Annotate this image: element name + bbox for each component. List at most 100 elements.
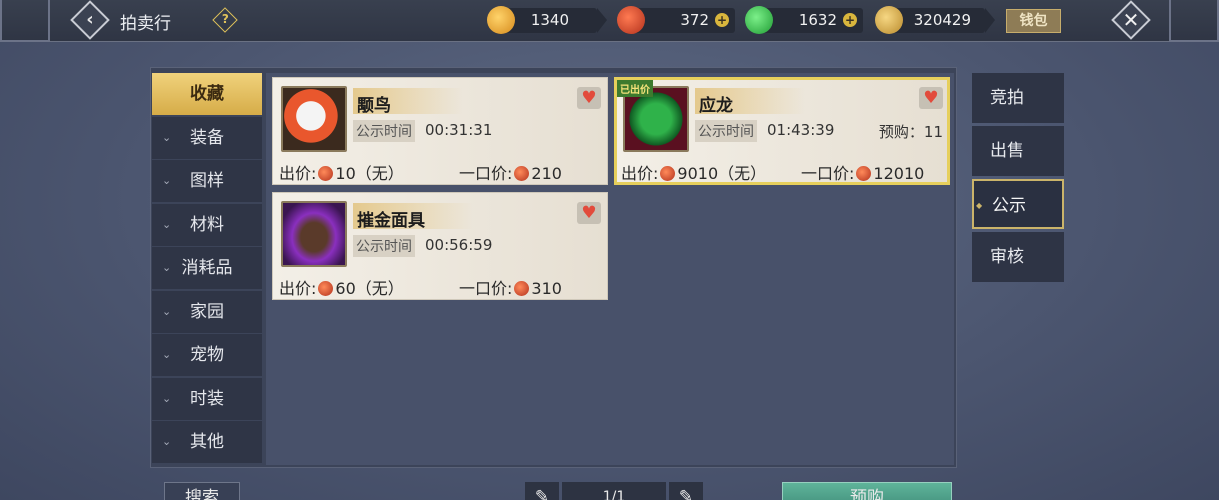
silver-ingot-icon bbox=[875, 6, 903, 34]
tab-review[interactable]: 审核 bbox=[972, 232, 1064, 282]
category-label: 装备 bbox=[190, 127, 224, 148]
public-time-label: 公示时间 bbox=[353, 235, 415, 257]
chevron-down-icon: ⌄ bbox=[162, 435, 172, 448]
currency-silver: 320429 bbox=[875, 6, 995, 34]
category-favorites[interactable]: 收藏 bbox=[152, 73, 262, 115]
heart-icon[interactable]: ♥ bbox=[919, 87, 943, 109]
bid-label: 出价: bbox=[621, 164, 659, 183]
chevron-down-icon: ⌄ bbox=[162, 130, 172, 144]
currency-green-jade: 1632 + bbox=[745, 6, 863, 34]
chevron-left-icon: ‹ bbox=[86, 9, 94, 30]
item-card[interactable]: 摧金面具 ♥ 公示时间 00:56:59 出价: 60（无） 一口价: 310 bbox=[272, 192, 608, 300]
category-pets[interactable]: ⌄ 宠物 bbox=[152, 334, 262, 376]
chevron-down-icon: ⌄ bbox=[162, 217, 172, 231]
public-time-label: 公示时间 bbox=[695, 120, 757, 142]
buyout-price: 一口价: 12010 bbox=[801, 160, 924, 184]
chevron-down-icon: ⌄ bbox=[162, 261, 172, 274]
help-icon[interactable]: ? bbox=[212, 7, 238, 33]
gold-coin-icon bbox=[487, 6, 515, 34]
wallet-button[interactable]: 钱包 bbox=[1006, 9, 1061, 33]
item-thumbnail bbox=[281, 86, 347, 152]
red-jade-icon bbox=[318, 166, 334, 181]
currency-gold: 1340 bbox=[487, 6, 607, 34]
red-jade-icon bbox=[318, 281, 334, 296]
buyout-price: 一口价: 310 bbox=[459, 275, 562, 299]
category-label: 收藏 bbox=[190, 84, 224, 104]
buyout-value: 12010 bbox=[873, 164, 925, 183]
item-card[interactable]: 颙鸟 ♥ 公示时间 00:31:31 出价: 10（无） 一口价: 210 bbox=[272, 77, 608, 185]
public-time-value: 00:31:31 bbox=[425, 121, 493, 139]
heart-icon[interactable]: ♥ bbox=[577, 202, 601, 224]
next-page-button[interactable]: ✎ bbox=[669, 482, 703, 500]
bid-label: 出价: bbox=[279, 279, 317, 298]
buyout-price: 一口价: 210 bbox=[459, 160, 562, 184]
prev-page-button[interactable]: ✎ bbox=[525, 482, 559, 500]
category-home[interactable]: ⌄ 家园 bbox=[152, 290, 262, 333]
bid-label: 出价: bbox=[279, 164, 317, 183]
buyout-label: 一口价: bbox=[801, 164, 855, 183]
category-patterns[interactable]: ⌄ 图样 bbox=[152, 160, 262, 202]
bid-value: 60（无） bbox=[335, 279, 404, 298]
bid-price: 出价: 9010（无） bbox=[621, 160, 766, 184]
red-jade-icon bbox=[856, 166, 872, 181]
red-jade-icon bbox=[660, 166, 676, 181]
public-time-value: 01:43:39 bbox=[767, 121, 835, 139]
back-button[interactable]: ‹ bbox=[70, 0, 110, 40]
currency-silver-value: 320429 bbox=[913, 11, 971, 29]
category-label: 时装 bbox=[190, 388, 224, 409]
buyout-label: 一口价: bbox=[459, 164, 513, 183]
red-jade-icon bbox=[617, 6, 645, 34]
item-thumbnail bbox=[281, 201, 347, 267]
prebuy-count: 预购：11 bbox=[878, 123, 943, 141]
page-indicator: 1/1 bbox=[562, 482, 666, 500]
buyout-label: 一口价: bbox=[459, 279, 513, 298]
red-jade-icon bbox=[514, 166, 530, 181]
corner-ornament bbox=[0, 0, 50, 42]
category-label: 家园 bbox=[190, 301, 224, 322]
search-button[interactable]: 搜索 bbox=[164, 482, 240, 500]
close-button[interactable]: ✕ bbox=[1111, 0, 1151, 40]
heart-icon[interactable]: ♥ bbox=[577, 87, 601, 109]
category-other[interactable]: ⌄ 其他 bbox=[152, 421, 262, 463]
bid-price: 出价: 60（无） bbox=[279, 275, 404, 299]
item-name: 颙鸟 bbox=[357, 96, 391, 116]
chevron-down-icon: ⌄ bbox=[162, 304, 172, 318]
buyout-value: 210 bbox=[531, 164, 562, 183]
category-fashion[interactable]: ⌄ 时装 bbox=[152, 377, 262, 420]
corner-ornament bbox=[1169, 0, 1219, 42]
category-label: 图样 bbox=[190, 171, 224, 191]
tab-auction[interactable]: 竞拍 bbox=[972, 73, 1064, 123]
tab-sell[interactable]: 出售 bbox=[972, 126, 1064, 176]
bid-price: 出价: 10（无） bbox=[279, 160, 404, 184]
mode-tabs: 竞拍 出售 公示 审核 bbox=[972, 73, 1064, 285]
category-materials[interactable]: ⌄ 材料 bbox=[152, 203, 262, 246]
pencil-right-icon: ✎ bbox=[678, 487, 694, 500]
category-label: 消耗品 bbox=[181, 258, 233, 278]
bid-placed-badge: 已出价 bbox=[617, 80, 653, 97]
category-label: 其他 bbox=[190, 432, 224, 452]
category-label: 材料 bbox=[190, 214, 224, 235]
green-jade-icon bbox=[745, 6, 773, 34]
bid-value: 10（无） bbox=[335, 164, 404, 183]
category-equipment[interactable]: ⌄ 装备 bbox=[152, 116, 262, 159]
category-consumables[interactable]: ⌄ 消耗品 bbox=[152, 247, 262, 289]
item-name: 应龙 bbox=[699, 96, 733, 116]
item-card[interactable]: 已出价 应龙 ♥ 公示时间 01:43:39 预购：11 出价: 9010（无） … bbox=[614, 77, 950, 185]
tab-public[interactable]: 公示 bbox=[972, 179, 1064, 231]
page-title: 拍卖行 bbox=[120, 14, 171, 34]
category-list: 收藏 ⌄ 装备 ⌄ 图样 ⌄ 材料 ⌄ 消耗品 ⌄ 家园 ⌄ 宠物 ⌄ 时装 ⌄ 其他 bbox=[152, 73, 262, 465]
currency-gold-value: 1340 bbox=[530, 11, 569, 29]
pencil-left-icon: ✎ bbox=[534, 487, 550, 500]
add-red-jade-button[interactable]: + bbox=[715, 13, 729, 27]
chevron-down-icon: ⌄ bbox=[162, 348, 172, 361]
chevron-down-icon: ⌄ bbox=[162, 391, 172, 405]
prebuy-button[interactable]: 预购 bbox=[782, 482, 952, 500]
item-name: 摧金面具 bbox=[357, 211, 425, 231]
red-jade-icon bbox=[514, 281, 530, 296]
add-green-jade-button[interactable]: + bbox=[843, 13, 857, 27]
buyout-value: 310 bbox=[531, 279, 562, 298]
category-label: 宠物 bbox=[190, 345, 224, 365]
public-time-value: 00:56:59 bbox=[425, 236, 493, 254]
top-bar: ‹ 拍卖行 ? 1340 372 + 1632 + 320429 钱包 ✕ bbox=[0, 0, 1219, 42]
currency-red-jade-value: 372 bbox=[680, 11, 709, 29]
